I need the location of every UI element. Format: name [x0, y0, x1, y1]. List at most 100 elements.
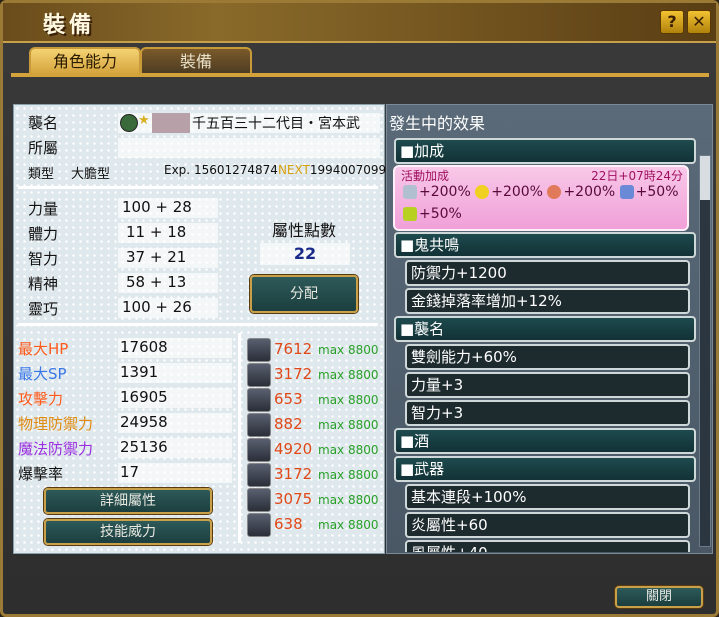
equipment-window: 裝備 ? ✕ 角色能力 裝備 襲名 ★ 千五百三十二代目・宮本武 所屬 類型 大… — [0, 0, 719, 617]
mastery-value: 638 — [274, 515, 303, 533]
buff-drop-value: +200% — [563, 184, 616, 200]
spear-icon[interactable] — [247, 338, 271, 362]
pouch-icon — [547, 185, 562, 199]
help-button[interactable]: ? — [660, 10, 684, 34]
mastery-max: max 8800 — [318, 468, 379, 482]
title-bar[interactable]: 裝備 ? ✕ — [3, 3, 716, 43]
bottom-bar: 關閉 — [11, 556, 711, 608]
next-value: 19940070992 — [309, 163, 394, 177]
combat-label-hp: 最大HP — [18, 340, 69, 358]
effect-item: 智力+3 — [405, 400, 690, 426]
mastery-max: max 8800 — [318, 368, 379, 382]
detail-attributes-button[interactable]: 詳細屬性 — [44, 488, 212, 514]
coin-icon — [475, 185, 490, 199]
stat-field-str: 100 + 28 — [118, 198, 218, 218]
exp-value: 15601274874 — [193, 163, 278, 177]
combat-field-mdef: 25136 — [118, 438, 232, 458]
affiliation-label: 所屬 — [28, 139, 59, 157]
combat-field-hp: 17608 — [118, 338, 232, 358]
mastery-value: 882 — [274, 415, 303, 433]
divider — [18, 323, 378, 326]
stat-label-str: 力量 — [28, 200, 59, 218]
mastery-value: 4920 — [274, 440, 313, 458]
effect-group-oni[interactable]: ■鬼共鳴 — [394, 232, 696, 258]
assign-button[interactable]: 分配 — [250, 275, 358, 313]
effect-group-weapon[interactable]: ■武器 — [394, 456, 696, 482]
exp-line: Exp. 15601274874NEXT19940070992 — [164, 163, 394, 177]
stat-label-int: 智力 — [28, 250, 59, 268]
star-icon: ★ — [138, 113, 150, 128]
buff-money-value: +200% — [491, 184, 543, 200]
type-value: 大膽型 — [71, 167, 111, 182]
event-bonus-card: 活動加成 22日+07時24分 +200% +200% +200% +50% +… — [393, 165, 689, 231]
next-label: NEXT — [277, 163, 310, 177]
close-button[interactable]: 關閉 — [615, 586, 703, 608]
stat-value-spi: 58 + 13 — [126, 273, 187, 291]
combat-label-atk: 攻擊力 — [18, 390, 64, 408]
crossed-swords-icon — [619, 185, 634, 199]
combat-field-atk: 16905 — [118, 388, 232, 408]
effect-item: 風屬性+40 — [405, 540, 690, 552]
effect-group-sake[interactable]: ■酒 — [394, 428, 696, 454]
tab-character-stats[interactable]: 角色能力 — [29, 47, 141, 75]
sword-icon[interactable] — [247, 363, 271, 387]
effect-item: 力量+3 — [405, 372, 690, 398]
combat-label-pdef: 物理防禦力 — [18, 415, 94, 433]
attr-points-value: 22 — [293, 244, 317, 263]
staff-icon[interactable] — [247, 413, 271, 437]
dagger-icon[interactable] — [247, 388, 271, 412]
title-badge-icon — [120, 114, 138, 132]
dual-blade-icon[interactable] — [247, 438, 271, 462]
buff-extra-value: +50% — [419, 206, 462, 222]
title-name-label: 襲名 — [28, 114, 59, 132]
title-name-value: 千五百三十二代目・宮本武 — [192, 116, 360, 132]
combat-field-pdef: 24958 — [118, 413, 232, 433]
effects-title: 發生中的效果 — [389, 114, 486, 133]
stat-label-vit: 體力 — [28, 225, 59, 243]
close-icon[interactable]: ✕ — [687, 10, 711, 34]
axe-icon[interactable] — [247, 488, 271, 512]
effect-item: 基本連段+100% — [405, 484, 690, 510]
combat-field-sp: 1391 — [118, 363, 232, 383]
type-label: 類型 — [28, 167, 55, 182]
effect-list-clip: 風屬性+40 — [387, 540, 697, 552]
stat-field-int: 37 + 21 — [118, 248, 218, 268]
effect-item: 雙劍能力+60% — [405, 344, 690, 370]
stat-value-dex: 100 + 26 — [122, 298, 192, 316]
bow-icon[interactable] — [247, 463, 271, 487]
active-effects-panel: 發生中的效果 ■加成 活動加成 22日+07時24分 +200% +200% +… — [386, 104, 713, 554]
affiliation-field — [118, 138, 380, 158]
mastery-max: max 8800 — [318, 418, 379, 432]
combat-label-sp: 最大SP — [18, 365, 67, 383]
stat-value-str: 100 + 28 — [122, 198, 192, 216]
mastery-value: 3075 — [274, 490, 313, 508]
buff-line-2: +50% — [403, 206, 462, 222]
buff-skill-value: +50% — [635, 184, 679, 200]
combat-value-crit: 17 — [120, 463, 140, 481]
mastery-max: max 8800 — [318, 493, 379, 507]
shuriken-icon[interactable] — [247, 513, 271, 537]
stat-field-spi: 58 + 13 — [118, 273, 218, 293]
combat-value-pdef: 24958 — [120, 413, 168, 431]
effect-item: 金錢掉落率增加+12% — [405, 288, 690, 314]
combat-field-crit: 17 — [118, 463, 232, 483]
mastery-max: max 8800 — [318, 343, 379, 357]
stat-label-dex: 靈巧 — [28, 300, 59, 318]
exp-label: Exp. — [164, 163, 191, 177]
stat-field-vit: 11 + 18 — [118, 223, 218, 243]
skill-power-button[interactable]: 技能威力 — [44, 519, 212, 545]
window-title: 裝備 — [43, 12, 96, 38]
buff-time: 22日+07時24分 — [591, 169, 683, 183]
mastery-value: 653 — [274, 390, 303, 408]
effect-item: 防禦力+1200 — [405, 260, 690, 286]
effect-group-title[interactable]: ■襲名 — [394, 316, 696, 342]
mastery-value: 3172 — [274, 465, 313, 483]
divider — [18, 186, 378, 189]
scrollbar-thumb[interactable] — [700, 156, 710, 200]
stat-value-vit: 11 + 18 — [126, 223, 187, 241]
buff-exp-value: +200% — [419, 184, 471, 200]
effects-scrollbar[interactable] — [699, 155, 711, 547]
tab-equipment[interactable]: 裝備 — [140, 47, 252, 75]
sword-icon — [403, 185, 417, 199]
effect-group-bonus[interactable]: ■加成 — [394, 138, 696, 164]
